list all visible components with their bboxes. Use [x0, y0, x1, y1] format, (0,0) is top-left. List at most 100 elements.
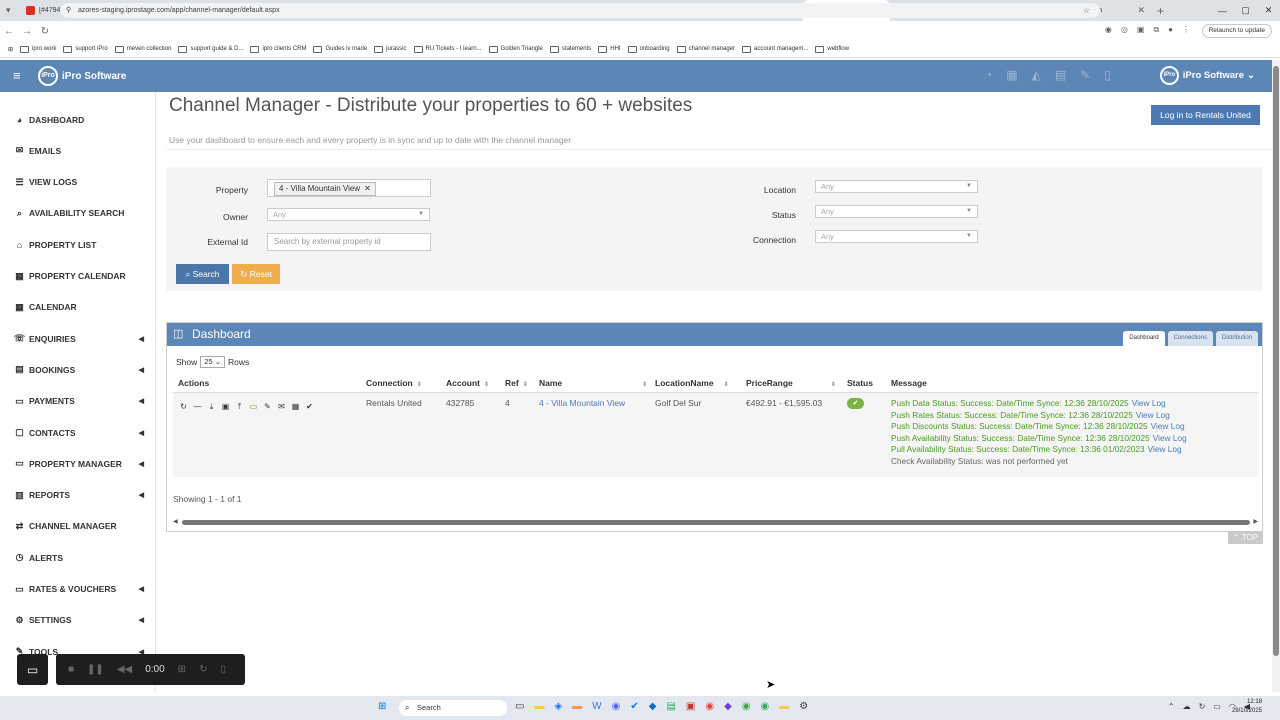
calendar-icon[interactable]: ▦ — [1006, 68, 1017, 82]
tab-search-icon[interactable]: ▾ — [6, 5, 11, 16]
folder-icon[interactable]: ▬ — [572, 701, 582, 712]
bookmark-item[interactable]: channel manager — [676, 45, 735, 53]
taskbar-search[interactable]: ⌕ Search — [399, 700, 507, 716]
location-select[interactable]: Any ▼ — [815, 180, 978, 193]
reload-button[interactable]: ↻ — [36, 26, 54, 37]
hamburger-menu-icon[interactable]: ≡ — [13, 68, 21, 83]
bookmark-item[interactable]: support iPro — [63, 45, 108, 53]
chevron-up-icon[interactable]: ⌃ — [1168, 702, 1175, 711]
upload-icon[interactable]: ⤒ — [235, 402, 244, 412]
check-circle-icon[interactable]: ✔ — [305, 402, 314, 412]
email-icon[interactable]: ✉ — [277, 402, 286, 412]
kebab-menu-icon[interactable]: ⋮ — [1182, 25, 1190, 35]
sidebar-item-rates-vouchers[interactable]: ▭ RATES & VOUCHERS ◀ — [0, 574, 156, 605]
sidebar-item-property-manager[interactable]: ▭ PROPERTY MANAGER ◀ — [0, 448, 156, 479]
column-header-location[interactable]: LocationName ⬍ — [655, 378, 729, 388]
tasks-icon[interactable]: ▤ — [1055, 68, 1066, 82]
pause-icon[interactable]: ❚❚ — [87, 664, 104, 675]
view-log-link[interactable]: View Log — [1136, 410, 1170, 420]
relaunch-button[interactable]: Relaunch to update — [1201, 24, 1272, 38]
extension-icon[interactable]: ◉ — [1105, 25, 1112, 35]
view-log-link[interactable]: View Log — [1151, 421, 1185, 431]
horizontal-scrollbar[interactable]: ◀ ▶ — [173, 519, 1258, 525]
bookmark-item[interactable]: support guide & D... — [178, 45, 243, 53]
sidebar-item-payments[interactable]: ▭ PAYMENTS ◀ — [0, 386, 156, 417]
column-header-connection[interactable]: Connection ⬍ — [366, 378, 422, 388]
sync-icon[interactable]: ↻ — [179, 402, 188, 412]
bookmark-item[interactable]: webflow — [815, 45, 849, 53]
owner-select[interactable]: Any ▼ — [267, 208, 430, 221]
login-rentals-united-button[interactable]: Log in to Rentals United — [1151, 105, 1260, 125]
scrollbar-thumb[interactable] — [182, 520, 1250, 525]
word-icon[interactable]: W — [592, 701, 601, 712]
extensions-puzzle-icon[interactable]: ⧉ — [1153, 25, 1159, 35]
windows-start-icon[interactable]: ⊞ — [378, 701, 386, 712]
column-header-ref[interactable]: Ref ⬍ — [505, 378, 528, 388]
app-icon[interactable]: ◆ — [724, 701, 732, 712]
page-scrollbar-thumb[interactable] — [1273, 66, 1279, 656]
site-info-icon[interactable]: ⚲ — [66, 3, 71, 18]
sidebar-item-calendar[interactable]: ▦ CALENDAR — [0, 292, 156, 323]
sidebar-item-alerts[interactable]: ◷ ALERTS — [0, 542, 156, 573]
column-header-account[interactable]: Account ⬍ — [446, 378, 489, 388]
sidebar-item-property-calendar[interactable]: ▦ PROPERTY CALENDAR — [0, 261, 156, 292]
column-header-message[interactable]: Message — [891, 378, 927, 388]
back-to-top-button[interactable]: ⌃ TOP — [1228, 531, 1264, 544]
cloud-icon[interactable]: ☁ — [1183, 702, 1191, 711]
sidebar-item-view-logs[interactable]: ☰ VIEW LOGS — [0, 167, 156, 198]
connection-select[interactable]: Any ▼ — [815, 230, 978, 243]
apps-grid-icon[interactable]: ⊞ — [8, 46, 13, 53]
file-explorer-icon[interactable]: ▬ — [534, 701, 544, 712]
rewind-icon[interactable]: ◀◀ — [117, 664, 132, 675]
app-icon[interactable]: ▣ — [686, 701, 695, 712]
calendar-icon[interactable]: ▦ — [291, 402, 300, 412]
edit-icon[interactable]: ✎ — [263, 402, 272, 412]
minus-icon[interactable]: — — [193, 402, 202, 412]
external-id-input[interactable]: Search by external property id — [267, 233, 431, 251]
sidebar-item-contacts[interactable]: ▢ CONTACTS ◀ — [0, 417, 156, 448]
profile-avatar[interactable]: ● — [1168, 25, 1173, 35]
sidebar-item-availability-search[interactable]: ⌕ AVAILABILITY SEARCH — [0, 198, 156, 229]
cell-name-link[interactable]: 4 - Villa Mountain View — [539, 398, 625, 408]
bookmark-item[interactable]: onboarding — [627, 45, 670, 53]
view-log-link[interactable]: View Log — [1132, 398, 1166, 408]
sidebar-item-settings[interactable]: ⚙ SETTINGS ◀ — [0, 605, 156, 636]
account-menu[interactable]: iPro iPro Software ⌄ — [1159, 66, 1255, 85]
image-icon[interactable]: ▣ — [221, 402, 230, 412]
stop-icon[interactable]: ■ — [68, 664, 74, 675]
sidebar-item-emails[interactable]: ✉ EMAILS — [0, 135, 156, 166]
download-icon[interactable]: ⤓ — [207, 402, 216, 412]
discord-icon[interactable]: ◉ — [612, 701, 621, 712]
grid-icon[interactable]: ⊞ — [178, 664, 186, 675]
reset-button[interactable]: ↻ Reset — [232, 264, 280, 284]
battery-icon[interactable]: ▭ — [1213, 702, 1221, 711]
extension-icon[interactable]: ▣ — [1137, 25, 1145, 35]
tab-dashboard[interactable]: Dashboard — [1123, 331, 1165, 346]
bookmark-item[interactable]: meven collection — [114, 45, 171, 53]
chrome-icon[interactable]: ◉ — [761, 701, 770, 712]
minimize-button[interactable]: — — [1211, 6, 1234, 16]
close-window-button[interactable]: ✕ — [1257, 5, 1280, 16]
dashboard-gauge-icon[interactable]: ◔ — [985, 68, 992, 82]
url-input[interactable]: ⚲ azores-staging.iprostage.com/app/chann… — [60, 3, 1100, 18]
money-icon[interactable]: ▭ — [249, 402, 258, 412]
column-header-pricerange[interactable]: PriceRange ⬍ — [746, 378, 836, 388]
sync-icon[interactable]: ↻ — [1199, 702, 1206, 711]
sidebar-item-channel-manager[interactable]: ⇄ CHANNEL MANAGER — [0, 511, 156, 542]
close-tab-icon[interactable]: ✕ — [1137, 5, 1145, 16]
sidebar-item-reports[interactable]: ▥ REPORTS ◀ — [0, 480, 156, 511]
chip-remove-icon[interactable]: ✕ — [364, 184, 371, 193]
bookmark-item[interactable]: ipro clients CRM — [250, 45, 306, 53]
column-header-status[interactable]: Status — [847, 378, 873, 388]
camera-icon[interactable]: ▭ — [17, 654, 48, 685]
sidebar-item-enquiries[interactable]: ☏ ENQUIRIES ◀ — [0, 323, 156, 354]
chrome-icon[interactable]: ◉ — [705, 701, 714, 712]
settings-icon[interactable]: ⚙ — [799, 701, 808, 712]
app-icon[interactable]: ✔ — [630, 701, 638, 712]
trash-icon[interactable]: ▯ — [220, 664, 226, 675]
excel-icon[interactable]: ▤ — [666, 701, 675, 712]
forward-button[interactable]: → — [18, 26, 36, 37]
sidebar-item-dashboard[interactable]: ◕ DASHBOARD — [0, 104, 156, 135]
sidebar-item-bookings[interactable]: ▤ BOOKINGS ◀ — [0, 354, 156, 385]
rows-select[interactable]: 25 ⌄ — [200, 356, 225, 368]
